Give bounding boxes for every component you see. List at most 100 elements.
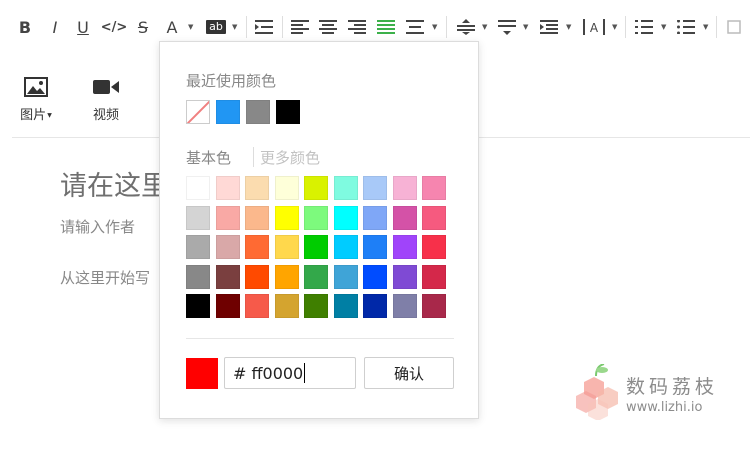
- chevron-down-icon[interactable]: ▼: [703, 16, 708, 38]
- align-center-icon: [319, 20, 337, 34]
- ordered-list-button[interactable]: [634, 16, 654, 38]
- basic-color-swatch[interactable]: [215, 205, 240, 230]
- background-color-button[interactable]: ab: [204, 16, 228, 38]
- basic-color-swatch[interactable]: [215, 176, 240, 200]
- align-left-button[interactable]: [290, 16, 310, 38]
- paragraph-spacing-button[interactable]: [497, 16, 517, 38]
- basic-color-swatch[interactable]: [392, 264, 417, 289]
- basic-color-swatch[interactable]: [186, 176, 210, 200]
- chevron-down-icon[interactable]: ▼: [566, 16, 571, 38]
- align-distributed-button[interactable]: [405, 16, 425, 38]
- chevron-down-icon: ▼: [47, 112, 52, 119]
- strikethrough-icon: S: [137, 17, 149, 37]
- basic-color-swatch[interactable]: [215, 264, 240, 289]
- basic-color-swatch[interactable]: [186, 235, 210, 259]
- strikethrough-button[interactable]: S: [134, 16, 152, 38]
- underline-button[interactable]: U: [74, 16, 92, 38]
- basic-color-swatch[interactable]: [304, 235, 328, 259]
- svg-text:A: A: [590, 21, 599, 35]
- italic-button[interactable]: I: [46, 16, 64, 38]
- basic-color-swatch[interactable]: [422, 264, 446, 289]
- basic-color-swatch[interactable]: [392, 176, 417, 200]
- chevron-down-icon[interactable]: ▼: [612, 16, 617, 38]
- indent-button[interactable]: [254, 16, 274, 38]
- basic-color-swatch[interactable]: [333, 294, 358, 318]
- basic-color-swatch[interactable]: [274, 294, 299, 318]
- basic-color-swatch[interactable]: [363, 176, 387, 200]
- basic-color-swatch[interactable]: [245, 176, 269, 200]
- title-placeholder[interactable]: 请在这里: [60, 164, 168, 203]
- basic-color-swatch[interactable]: [245, 294, 269, 318]
- basic-color-swatch[interactable]: [363, 205, 387, 230]
- basic-color-swatch[interactable]: [274, 235, 299, 259]
- watermark-url: www.lizhi.io: [626, 400, 703, 415]
- basic-color-swatch[interactable]: [363, 294, 387, 318]
- no-color-swatch[interactable]: [186, 100, 210, 124]
- basic-color-swatch[interactable]: [304, 205, 328, 230]
- basic-color-swatch[interactable]: [304, 264, 328, 289]
- popup-divider: [186, 338, 454, 339]
- section-divider: [253, 147, 254, 167]
- chevron-down-icon[interactable]: ▼: [661, 16, 666, 38]
- basic-color-swatch[interactable]: [392, 235, 417, 259]
- basic-color-swatch[interactable]: [245, 205, 269, 230]
- text-indent-icon: [540, 20, 558, 34]
- editor-toolbar: B I U </> S A ▼ ab ▼ ▼ ▼ ▼ ▼ A ▼ ▼ ▼: [0, 10, 750, 44]
- author-placeholder[interactable]: 请输入作者: [60, 216, 135, 237]
- line-spacing-icon: [457, 19, 475, 35]
- chevron-down-icon[interactable]: ▼: [523, 16, 528, 38]
- basic-color-swatch[interactable]: [186, 294, 210, 318]
- chevron-down-icon[interactable]: ▼: [432, 16, 437, 38]
- chevron-down-icon[interactable]: ▼: [232, 16, 237, 38]
- basic-color-swatch[interactable]: [392, 205, 417, 230]
- basic-color-swatch[interactable]: [186, 264, 210, 289]
- more-colors-link[interactable]: 更多颜色: [260, 147, 320, 168]
- basic-color-swatch[interactable]: [274, 264, 299, 289]
- basic-color-swatch[interactable]: [304, 294, 328, 318]
- chevron-down-icon[interactable]: ▼: [188, 16, 193, 38]
- basic-color-swatch[interactable]: [333, 235, 358, 259]
- basic-color-swatch[interactable]: [422, 205, 446, 230]
- recent-color-swatch[interactable]: [276, 100, 300, 124]
- bold-button[interactable]: B: [16, 16, 34, 38]
- color-picker-popup: 最近使用颜色 基本色 更多颜色 # ff0000 确认: [159, 41, 479, 419]
- image-label: 图片: [20, 108, 47, 123]
- insert-video-button[interactable]: 视频: [84, 76, 128, 123]
- align-right-button[interactable]: [347, 16, 367, 38]
- basic-color-swatch[interactable]: [333, 264, 358, 289]
- basic-color-swatch[interactable]: [215, 294, 240, 318]
- basic-color-swatch[interactable]: [274, 176, 299, 200]
- text-indent-button[interactable]: [539, 16, 559, 38]
- recent-color-swatch[interactable]: [246, 100, 270, 124]
- more-tools-button[interactable]: [726, 16, 742, 38]
- body-placeholder[interactable]: 从这里开始写: [60, 267, 150, 288]
- basic-color-swatch[interactable]: [422, 294, 446, 318]
- basic-color-swatch[interactable]: [422, 235, 446, 259]
- confirm-button[interactable]: 确认: [364, 357, 454, 389]
- basic-color-swatch[interactable]: [333, 205, 358, 230]
- hex-color-input[interactable]: # ff0000: [224, 357, 356, 389]
- basic-color-swatch[interactable]: [186, 205, 210, 230]
- recent-color-swatch[interactable]: [216, 100, 240, 124]
- code-button[interactable]: </>: [101, 16, 128, 38]
- letter-spacing-button[interactable]: A: [582, 16, 606, 38]
- chevron-down-icon[interactable]: ▼: [482, 16, 487, 38]
- unordered-list-button[interactable]: [676, 16, 696, 38]
- basic-color-swatch[interactable]: [245, 264, 269, 289]
- insert-image-button[interactable]: 图片▼: [14, 76, 58, 123]
- font-color-button[interactable]: A: [163, 16, 181, 38]
- video-camera-icon: [93, 80, 119, 94]
- basic-color-swatch[interactable]: [304, 176, 328, 200]
- align-justify-button[interactable]: [376, 16, 396, 38]
- basic-color-swatch[interactable]: [245, 235, 269, 259]
- bold-icon: B: [18, 17, 32, 37]
- line-spacing-button[interactable]: [456, 16, 476, 38]
- basic-color-swatch[interactable]: [274, 205, 299, 230]
- basic-color-swatch[interactable]: [215, 235, 240, 259]
- basic-color-swatch[interactable]: [422, 176, 446, 200]
- align-center-button[interactable]: [318, 16, 338, 38]
- basic-color-swatch[interactable]: [392, 294, 417, 318]
- basic-color-swatch[interactable]: [363, 235, 387, 259]
- basic-color-swatch[interactable]: [333, 176, 358, 200]
- basic-color-swatch[interactable]: [363, 264, 387, 289]
